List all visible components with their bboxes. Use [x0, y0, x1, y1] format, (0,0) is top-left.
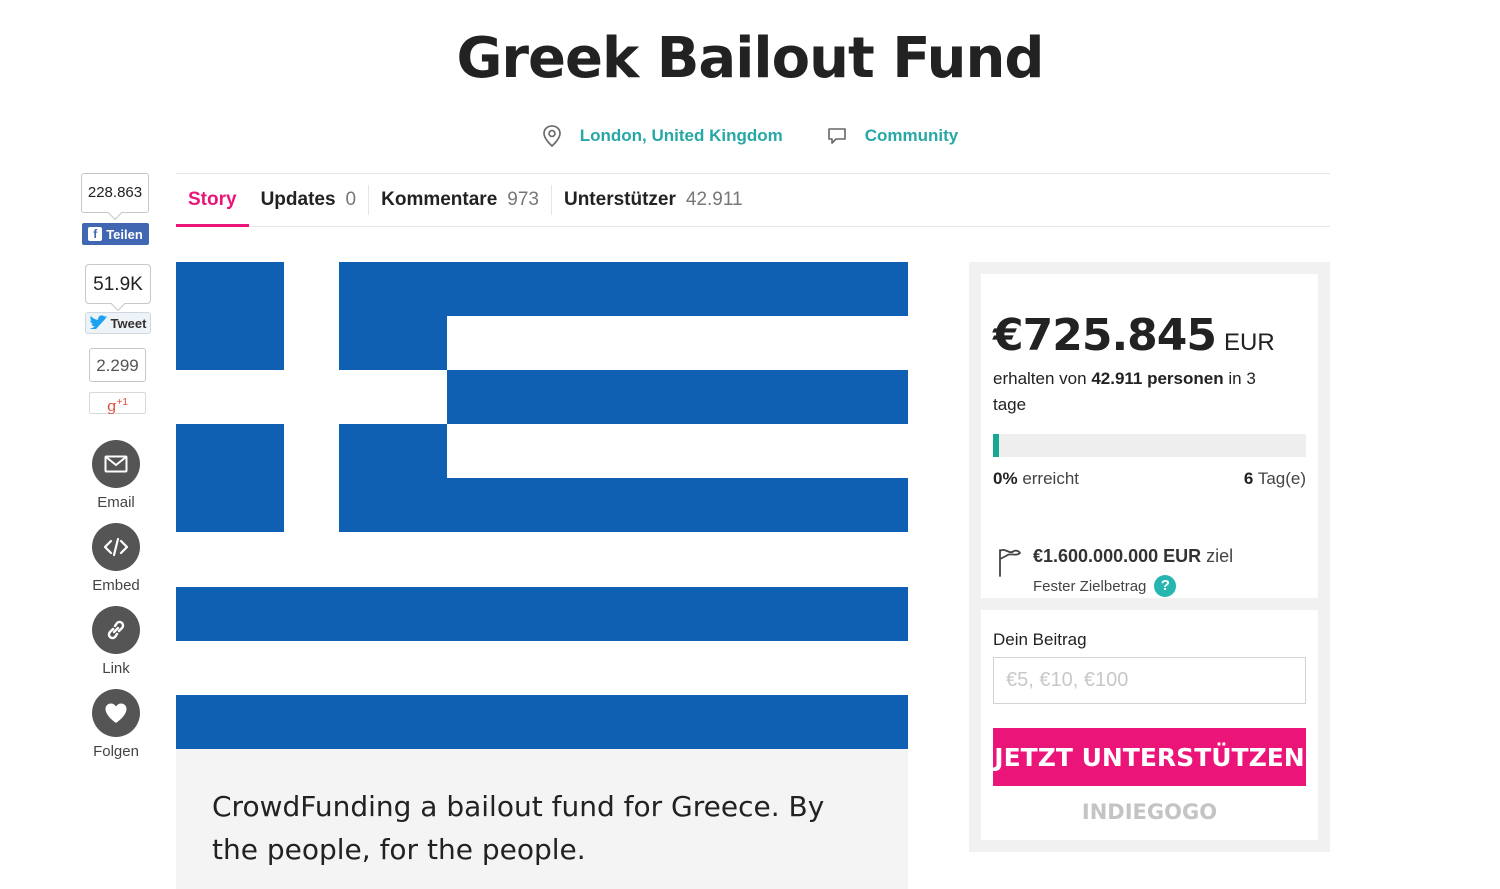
tab-updates[interactable]: Updates 0: [249, 174, 369, 226]
twitter-share-count: 51.9K: [85, 264, 151, 304]
contribution-label: Dein Beitrag: [993, 630, 1087, 649]
gplus-share-count: 2.299: [89, 348, 146, 382]
tab-comments-count: 973: [507, 189, 539, 210]
facebook-share-count: 228.863: [81, 173, 149, 213]
follow-label: Folgen: [93, 743, 139, 760]
category-link[interactable]: Community: [827, 124, 959, 148]
gplus-label: +1: [116, 397, 128, 408]
story-summary: CrowdFunding a bailout fund for Greece. …: [176, 749, 908, 889]
tweet-label: Tweet: [110, 315, 147, 331]
raised-currency: EUR: [1224, 329, 1275, 356]
tab-backers[interactable]: Unterstützer 42.911: [552, 174, 755, 226]
tab-comments-label: Kommentare: [381, 189, 498, 210]
project-tabs: Story Updates 0 Kommentare 973 Unterstüt…: [176, 173, 1330, 227]
percent-value: 0%: [993, 469, 1018, 488]
help-icon[interactable]: ?: [1154, 575, 1177, 597]
code-icon: [92, 523, 140, 571]
email-label: Email: [97, 494, 135, 511]
goal-currency: EUR: [1163, 546, 1202, 566]
speech-bubble-icon: [827, 126, 847, 146]
goal-info: €1.600.000.000 EUR ziel Fester Zielbetra…: [997, 546, 1233, 597]
embed-share[interactable]: Embed: [80, 523, 152, 594]
tab-updates-label: Updates: [260, 189, 336, 210]
tab-story-label: Story: [188, 189, 237, 210]
days-left: 6 Tag(e): [1244, 469, 1306, 489]
backer-count: 42.911 personen: [1091, 369, 1224, 388]
embed-label: Embed: [92, 577, 140, 594]
days-label: Tag(e): [1257, 469, 1306, 488]
tab-comments[interactable]: Kommentare 973: [369, 174, 551, 226]
flag-icon: [997, 546, 1023, 597]
twitter-bird-icon: [89, 314, 108, 332]
received-prefix: erhalten von: [993, 369, 1087, 388]
contribute-card: Dein Beitrag JETZT UNTERSTÜTZEN INDIEGOG…: [981, 610, 1318, 840]
tab-updates-count: 0: [345, 189, 357, 210]
email-share[interactable]: Email: [80, 440, 152, 511]
tab-backers-label: Unterstützer: [563, 189, 676, 210]
category-label: Community: [864, 126, 959, 145]
days-value: 6: [1243, 469, 1254, 488]
raised-amount: €725.845: [993, 310, 1217, 361]
social-share-sidebar: 228.863 f Teilen 51.9K Tweet 2.299 g+1 E…: [80, 173, 152, 760]
goal-type-line: Fester Zielbetrag ?: [1033, 575, 1233, 597]
tab-backers-count: 42.911: [685, 189, 743, 210]
envelope-icon: [92, 440, 140, 488]
gplus-icon: g: [106, 397, 117, 415]
gplus-button[interactable]: g+1: [89, 392, 146, 415]
link-label: Link: [102, 660, 130, 677]
progress-bar: [993, 434, 1306, 457]
facebook-icon: f: [88, 227, 103, 241]
funding-card: €725.845 EUR erhalten von 42.911 persone…: [981, 274, 1318, 598]
page-title: Greek Bailout Fund: [456, 26, 1044, 91]
funding-panel: €725.845 EUR erhalten von 42.911 persone…: [969, 262, 1330, 852]
contribution-input[interactable]: [993, 657, 1306, 704]
project-meta: London, United Kingdom Community: [0, 124, 1500, 148]
received-text: erhalten von 42.911 personen in 3 tage: [993, 366, 1293, 418]
heart-icon: [92, 689, 140, 737]
facebook-share-button[interactable]: f Teilen: [82, 223, 149, 245]
location-label: London, United Kingdom: [579, 126, 783, 145]
progress-fill: [993, 434, 1000, 457]
location-link[interactable]: London, United Kingdom: [542, 124, 783, 148]
goal-amount: €1.600.000.000: [1033, 546, 1159, 566]
tab-story[interactable]: Story: [176, 174, 249, 227]
goal-label: ziel: [1206, 546, 1234, 566]
story-text: CrowdFunding a bailout fund for Greece. …: [212, 790, 825, 866]
link-share[interactable]: Link: [80, 606, 152, 677]
raised-amount-row: €725.845 EUR: [993, 310, 1275, 361]
follow-button[interactable]: Folgen: [80, 689, 152, 760]
goal-type: Fester Zielbetrag: [1033, 577, 1147, 595]
greek-flag-image: [176, 262, 908, 749]
percent-label: erreicht: [1022, 469, 1079, 488]
facebook-share-label: Teilen: [106, 226, 143, 242]
progress-meta: 0% erreicht 6 Tag(e): [993, 469, 1306, 489]
percent-reached: 0% erreicht: [993, 469, 1079, 489]
chain-link-icon: [92, 606, 140, 654]
location-pin-icon: [542, 124, 562, 148]
tweet-button[interactable]: Tweet: [85, 312, 151, 334]
indiegogo-logo: INDIEGOGO: [1081, 800, 1218, 824]
support-now-button[interactable]: JETZT UNTERSTÜTZEN: [993, 728, 1306, 786]
goal-amount-line: €1.600.000.000 EUR ziel: [1033, 546, 1233, 567]
